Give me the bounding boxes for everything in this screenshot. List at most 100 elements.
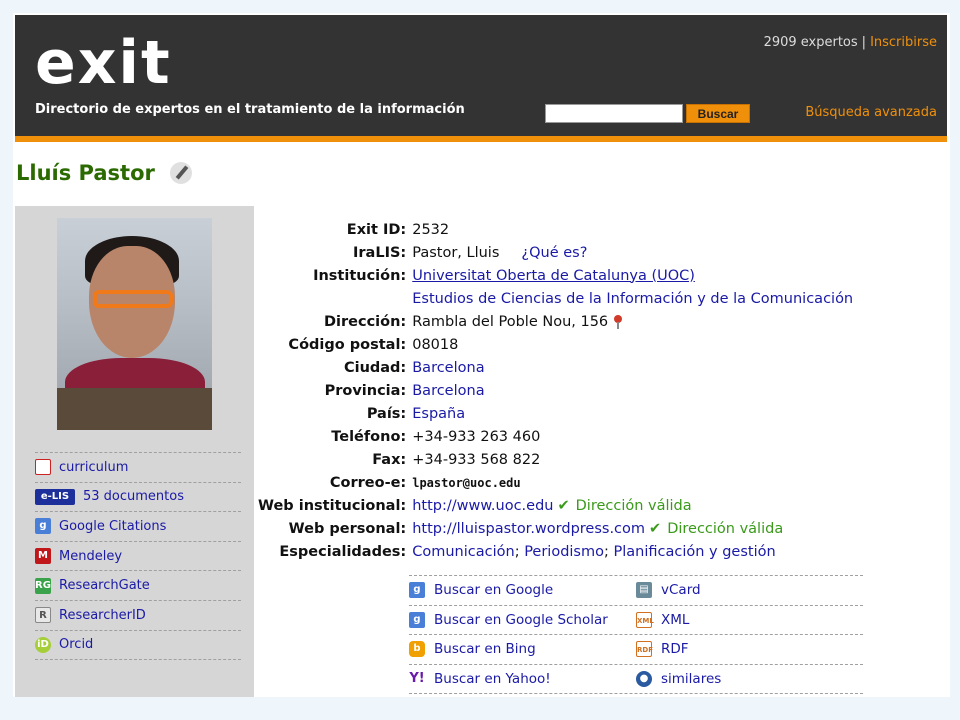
bing-icon: b	[409, 641, 425, 658]
table-row: Web personal: http://lluispastor.wordpre…	[258, 517, 853, 540]
search-google-link[interactable]: Buscar en Google	[434, 582, 553, 598]
address-value: Rambla del Poble Nou, 156	[412, 313, 609, 330]
checkmark-icon: ✔	[649, 520, 662, 537]
specialties-label: Especialidades:	[279, 543, 407, 560]
iralis-label: IraLIS:	[353, 244, 407, 261]
curriculum-link[interactable]: curriculum	[59, 460, 128, 475]
profile-info: Exit ID: 2532 IraLIS: Pastor, Lluis ¿Qué …	[258, 218, 853, 563]
specialty-link[interactable]: Planificación y gestión	[613, 544, 775, 560]
site-tagline: Directorio de expertos en el tratamiento…	[35, 102, 465, 117]
search-yahoo-link[interactable]: Buscar en Yahoo!	[434, 671, 551, 687]
web-personal-status: Dirección válida	[667, 520, 784, 537]
table-row: IraLIS: Pastor, Lluis ¿Qué es?	[258, 241, 853, 264]
province-label: Provincia:	[324, 382, 407, 399]
search-row: g Buscar en Google Scholar XML XML	[409, 604, 863, 635]
search-button[interactable]: Buscar	[686, 104, 750, 123]
site-header: exit Directorio de expertos en el tratam…	[15, 15, 947, 142]
table-row: Correo-e: lpastor@uoc.edu	[258, 471, 853, 494]
search-bing-link[interactable]: Buscar en Bing	[434, 641, 536, 657]
specialty-link[interactable]: Comunicación	[412, 544, 514, 560]
department-link[interactable]: Estudios de Ciencias de la Información y…	[412, 291, 853, 307]
table-row: Teléfono: +34-933 263 460	[258, 425, 853, 448]
country-link[interactable]: España	[412, 406, 465, 422]
table-row: Exit ID: 2532	[258, 218, 853, 241]
web-institutional-label: Web institucional:	[258, 497, 407, 514]
search-row: b Buscar en Bing RDF RDF	[409, 634, 863, 664]
list-item[interactable]: iD Orcid	[35, 629, 241, 661]
phone-label: Teléfono:	[331, 428, 407, 445]
institution-link[interactable]: Universitat Oberta de Catalunya (UOC)	[412, 268, 695, 284]
exit-id-label: Exit ID:	[346, 221, 407, 238]
xml-link[interactable]: XML	[661, 612, 689, 628]
list-item[interactable]: curriculum	[35, 452, 241, 482]
list-item[interactable]: e-LIS 53 documentos	[35, 481, 241, 512]
web-personal-link[interactable]: http://lluispastor.wordpress.com	[412, 521, 645, 537]
country-label: País:	[366, 405, 407, 422]
table-row: Dirección: Rambla del Poble Nou, 156	[258, 310, 853, 333]
specialty-link[interactable]: Periodismo	[524, 544, 604, 560]
xml-icon: XML	[636, 611, 654, 628]
vcard-icon: ▤	[636, 582, 652, 599]
separator: |	[861, 35, 867, 50]
table-row: Ciudad: Barcelona	[258, 356, 853, 379]
iralis-value: Pastor, Lluis	[412, 244, 500, 261]
list-item[interactable]: RG ResearchGate	[35, 570, 241, 600]
researcherid-icon: R	[35, 607, 51, 624]
web-personal-label: Web personal:	[288, 520, 407, 537]
profile-name: Lluís Pastor	[16, 161, 155, 185]
institution-label: Institución:	[313, 267, 407, 284]
profile-links: curriculum e-LIS 53 documentos g Google Ci…	[35, 452, 241, 661]
pencil-icon[interactable]	[169, 162, 192, 184]
experts-count: 2909 expertos	[763, 35, 858, 50]
table-row: Fax: +34-933 568 822	[258, 448, 853, 471]
city-link[interactable]: Barcelona	[412, 360, 484, 376]
list-item[interactable]: M Mendeley	[35, 540, 241, 571]
list-item[interactable]: g Google Citations	[35, 511, 241, 541]
vcard-link[interactable]: vCard	[661, 582, 701, 598]
top-right-links: 2909 expertos | Inscribirse	[764, 35, 937, 50]
search-input[interactable]	[545, 104, 683, 123]
documents-link[interactable]: 53 documentos	[83, 489, 184, 504]
google-icon: g	[35, 518, 51, 535]
page: exit Directorio de expertos en el tratam…	[13, 13, 950, 697]
rdf-link[interactable]: RDF	[661, 641, 689, 657]
web-institutional-status: Dirección válida	[575, 497, 692, 514]
map-pin-icon[interactable]	[614, 314, 623, 329]
google-scholar-icon: g	[409, 611, 425, 628]
search-google-scholar-link[interactable]: Buscar en Google Scholar	[434, 612, 608, 628]
table-row: Estudios de Ciencias de la Información y…	[258, 287, 853, 310]
mendeley-link[interactable]: Mendeley	[59, 549, 122, 564]
advanced-search-link[interactable]: Búsqueda avanzada	[805, 105, 937, 120]
postal-code-value: 08018	[412, 336, 459, 353]
external-search-links: g Buscar en Google ▤ vCard g Buscar en Goog…	[409, 575, 863, 695]
checkmark-icon: ✔	[557, 497, 570, 514]
google-citations-link[interactable]: Google Citations	[59, 519, 166, 534]
search-row: Y! Buscar en Yahoo! ● similares	[409, 663, 863, 695]
exit-id-value: 2532	[412, 221, 450, 238]
rdf-icon: RDF	[636, 641, 653, 658]
table-row: Especialidades: Comunicación; Periodismo…	[258, 540, 853, 563]
fax-value: +34-933 568 822	[412, 451, 541, 468]
researchgate-link[interactable]: ResearchGate	[59, 578, 150, 593]
web-institutional-link[interactable]: http://www.uoc.edu	[412, 498, 553, 514]
table-row: Código postal: 08018	[258, 333, 853, 356]
address-label: Dirección:	[323, 313, 407, 330]
profile-sidebar: curriculum e-LIS 53 documentos g Google Ci…	[15, 206, 254, 697]
city-label: Ciudad:	[343, 359, 407, 376]
pdf-icon	[35, 459, 51, 476]
province-link[interactable]: Barcelona	[412, 383, 484, 399]
email-label: Correo-e:	[329, 474, 407, 491]
yahoo-icon: Y!	[409, 671, 425, 688]
register-link[interactable]: Inscribirse	[870, 35, 937, 50]
profile-info-table: Exit ID: 2532 IraLIS: Pastor, Lluis ¿Qué …	[258, 218, 853, 563]
similar-link[interactable]: similares	[661, 671, 721, 687]
orcid-link[interactable]: Orcid	[59, 637, 93, 652]
list-item[interactable]: R ResearcherID	[35, 599, 241, 630]
researcherid-link[interactable]: ResearcherID	[59, 608, 146, 623]
iralis-help-link[interactable]: ¿Qué es?	[521, 245, 587, 261]
phone-value: +34-933 263 460	[412, 428, 541, 445]
table-row: Provincia: Barcelona	[258, 379, 853, 402]
mendeley-icon: M	[35, 548, 51, 565]
site-logo[interactable]: exit	[35, 27, 172, 99]
profile-photo	[57, 218, 212, 430]
